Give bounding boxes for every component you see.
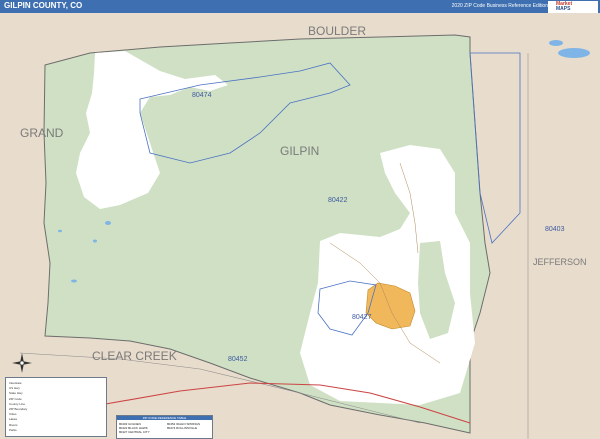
zip-table-cell: 80427 CENTRAL CITY — [119, 430, 150, 434]
lake — [558, 48, 590, 58]
zip-reference-table: ZIP CODE REFERENCE TABLE 80403 GOLDEN 80… — [116, 415, 213, 439]
zip-80427: 80427 — [352, 314, 372, 321]
county-map[interactable]: BOULDER GRAND GILPIN CLEAR CREEK JEFFERS… — [0, 13, 600, 439]
map-legend: Interstate US Hwy State Hwy ZIP Code County … — [5, 377, 107, 437]
zip-table-cell: 80474 ROLLINSVILLE — [167, 426, 198, 430]
lake — [93, 239, 97, 243]
label-boulder: BOULDER — [308, 24, 366, 38]
map-title: GILPIN COUNTY, CO — [4, 1, 83, 10]
label-jefferson: JEFFERSON — [533, 257, 587, 267]
title-bar: GILPIN COUNTY, CO 2020 ZIP Code Business… — [0, 0, 600, 13]
lake — [105, 221, 111, 225]
label-clear-creek: CLEAR CREEK — [92, 349, 177, 363]
zip-table-title: ZIP CODE REFERENCE TABLE — [117, 416, 212, 420]
lake — [549, 40, 563, 46]
publisher-logo: Market MAPS — [548, 1, 598, 13]
east-strip — [528, 53, 600, 439]
label-gilpin: GILPIN — [280, 144, 319, 158]
lake — [58, 229, 62, 233]
lake — [71, 279, 77, 283]
logo-line-2: MAPS — [556, 6, 571, 12]
legend-row: Parks — [9, 427, 17, 432]
zip-80422: 80422 — [328, 197, 348, 204]
zip-80474: 80474 — [192, 92, 212, 99]
map-subtitle: 2020 ZIP Code Business Reference Edition — [451, 3, 548, 9]
zip-80452: 80452 — [228, 356, 248, 363]
label-grand: GRAND — [20, 126, 64, 140]
zip-80403: 80403 — [545, 226, 565, 233]
